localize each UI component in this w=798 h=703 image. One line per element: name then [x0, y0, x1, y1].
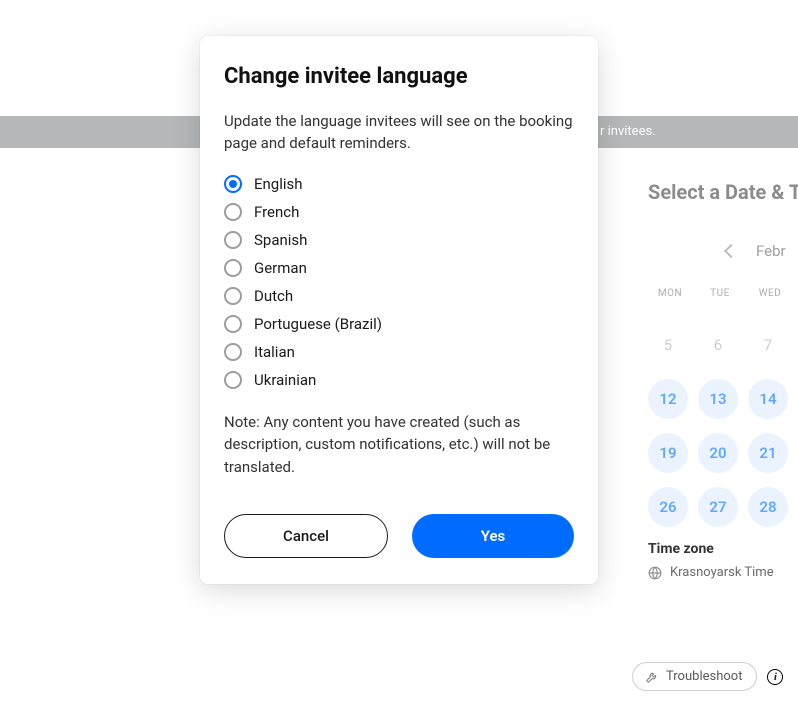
radio-icon: [224, 203, 242, 221]
language-option-label: English: [254, 175, 303, 193]
select-date-heading: Select a Date & T: [648, 180, 798, 204]
calendar-dow: WED: [752, 288, 788, 299]
calendar-row: 192021: [648, 433, 798, 473]
calendar-dow: TUE: [702, 288, 738, 299]
language-list: English French Spanish German Dutch Portugues…: [224, 175, 574, 389]
chevron-left-icon[interactable]: [724, 244, 738, 258]
radio-icon: [224, 259, 242, 277]
info-icon[interactable]: i: [767, 669, 783, 685]
language-option-label: French: [254, 203, 299, 221]
modal-description: Update the language invitees will see on…: [224, 111, 574, 155]
language-option-label: Portuguese (Brazil): [254, 315, 382, 333]
timezone-value: Krasnoyarsk Time: [670, 565, 774, 580]
radio-icon: [224, 315, 242, 333]
calendar-dow-row: MON TUE WED: [648, 288, 798, 299]
calendar-day[interactable]: 26: [648, 487, 688, 527]
globe-icon: [648, 566, 662, 580]
language-option-label: Italian: [254, 343, 295, 361]
calendar-day: 6: [698, 325, 738, 365]
timezone-label: Time zone: [648, 541, 798, 557]
language-option[interactable]: Spanish: [224, 231, 574, 249]
radio-icon: [224, 231, 242, 249]
calendar-day[interactable]: 19: [648, 433, 688, 473]
change-language-modal: Change invitee language Update the langu…: [200, 36, 598, 584]
modal-actions: Cancel Yes: [224, 514, 574, 558]
radio-icon: [224, 287, 242, 305]
calendar-day[interactable]: 13: [698, 379, 738, 419]
yes-button[interactable]: Yes: [412, 514, 574, 558]
calendar-day[interactable]: 27: [698, 487, 738, 527]
modal-title: Change invitee language: [224, 64, 574, 89]
troubleshoot-label: Troubleshoot: [666, 669, 742, 684]
language-option-label: Ukrainian: [254, 371, 316, 389]
language-option-label: Spanish: [254, 231, 307, 249]
calendar-day: 7: [748, 325, 788, 365]
language-option[interactable]: Dutch: [224, 287, 574, 305]
timezone-picker[interactable]: Krasnoyarsk Time: [648, 565, 798, 580]
language-option[interactable]: English: [224, 175, 574, 193]
language-option[interactable]: Ukrainian: [224, 371, 574, 389]
language-option[interactable]: Portuguese (Brazil): [224, 315, 574, 333]
radio-icon: [224, 343, 242, 361]
calendar-row: 567: [648, 325, 798, 365]
calendar-day[interactable]: 12: [648, 379, 688, 419]
month-nav: Febr: [648, 242, 798, 260]
calendar-dow: MON: [652, 288, 688, 299]
calendar-day: 5: [648, 325, 688, 365]
calendar-day[interactable]: 20: [698, 433, 738, 473]
language-option-label: Dutch: [254, 287, 293, 305]
calendar-day[interactable]: 28: [748, 487, 788, 527]
month-name: Febr: [756, 242, 786, 260]
yes-button-label: Yes: [481, 527, 506, 545]
modal-note: Note: Any content you have created (such…: [224, 411, 574, 479]
calendar-row: 121314: [648, 379, 798, 419]
troubleshoot-area: Troubleshoot i: [632, 662, 783, 691]
broadcast-banner-text: r invitees.: [600, 124, 656, 139]
cancel-button-label: Cancel: [283, 527, 329, 545]
troubleshoot-button[interactable]: Troubleshoot: [632, 662, 757, 691]
calendar-row: 262728: [648, 487, 798, 527]
calendar-grid: 567 121314 192021 262728: [648, 325, 798, 527]
calendar-day[interactable]: 21: [748, 433, 788, 473]
radio-icon: [224, 371, 242, 389]
wrench-icon: [645, 670, 659, 684]
radio-icon: [224, 175, 242, 193]
language-option[interactable]: German: [224, 259, 574, 277]
calendar-day[interactable]: 14: [748, 379, 788, 419]
language-option[interactable]: French: [224, 203, 574, 221]
cancel-button[interactable]: Cancel: [224, 514, 388, 558]
language-option-label: German: [254, 259, 307, 277]
language-option[interactable]: Italian: [224, 343, 574, 361]
